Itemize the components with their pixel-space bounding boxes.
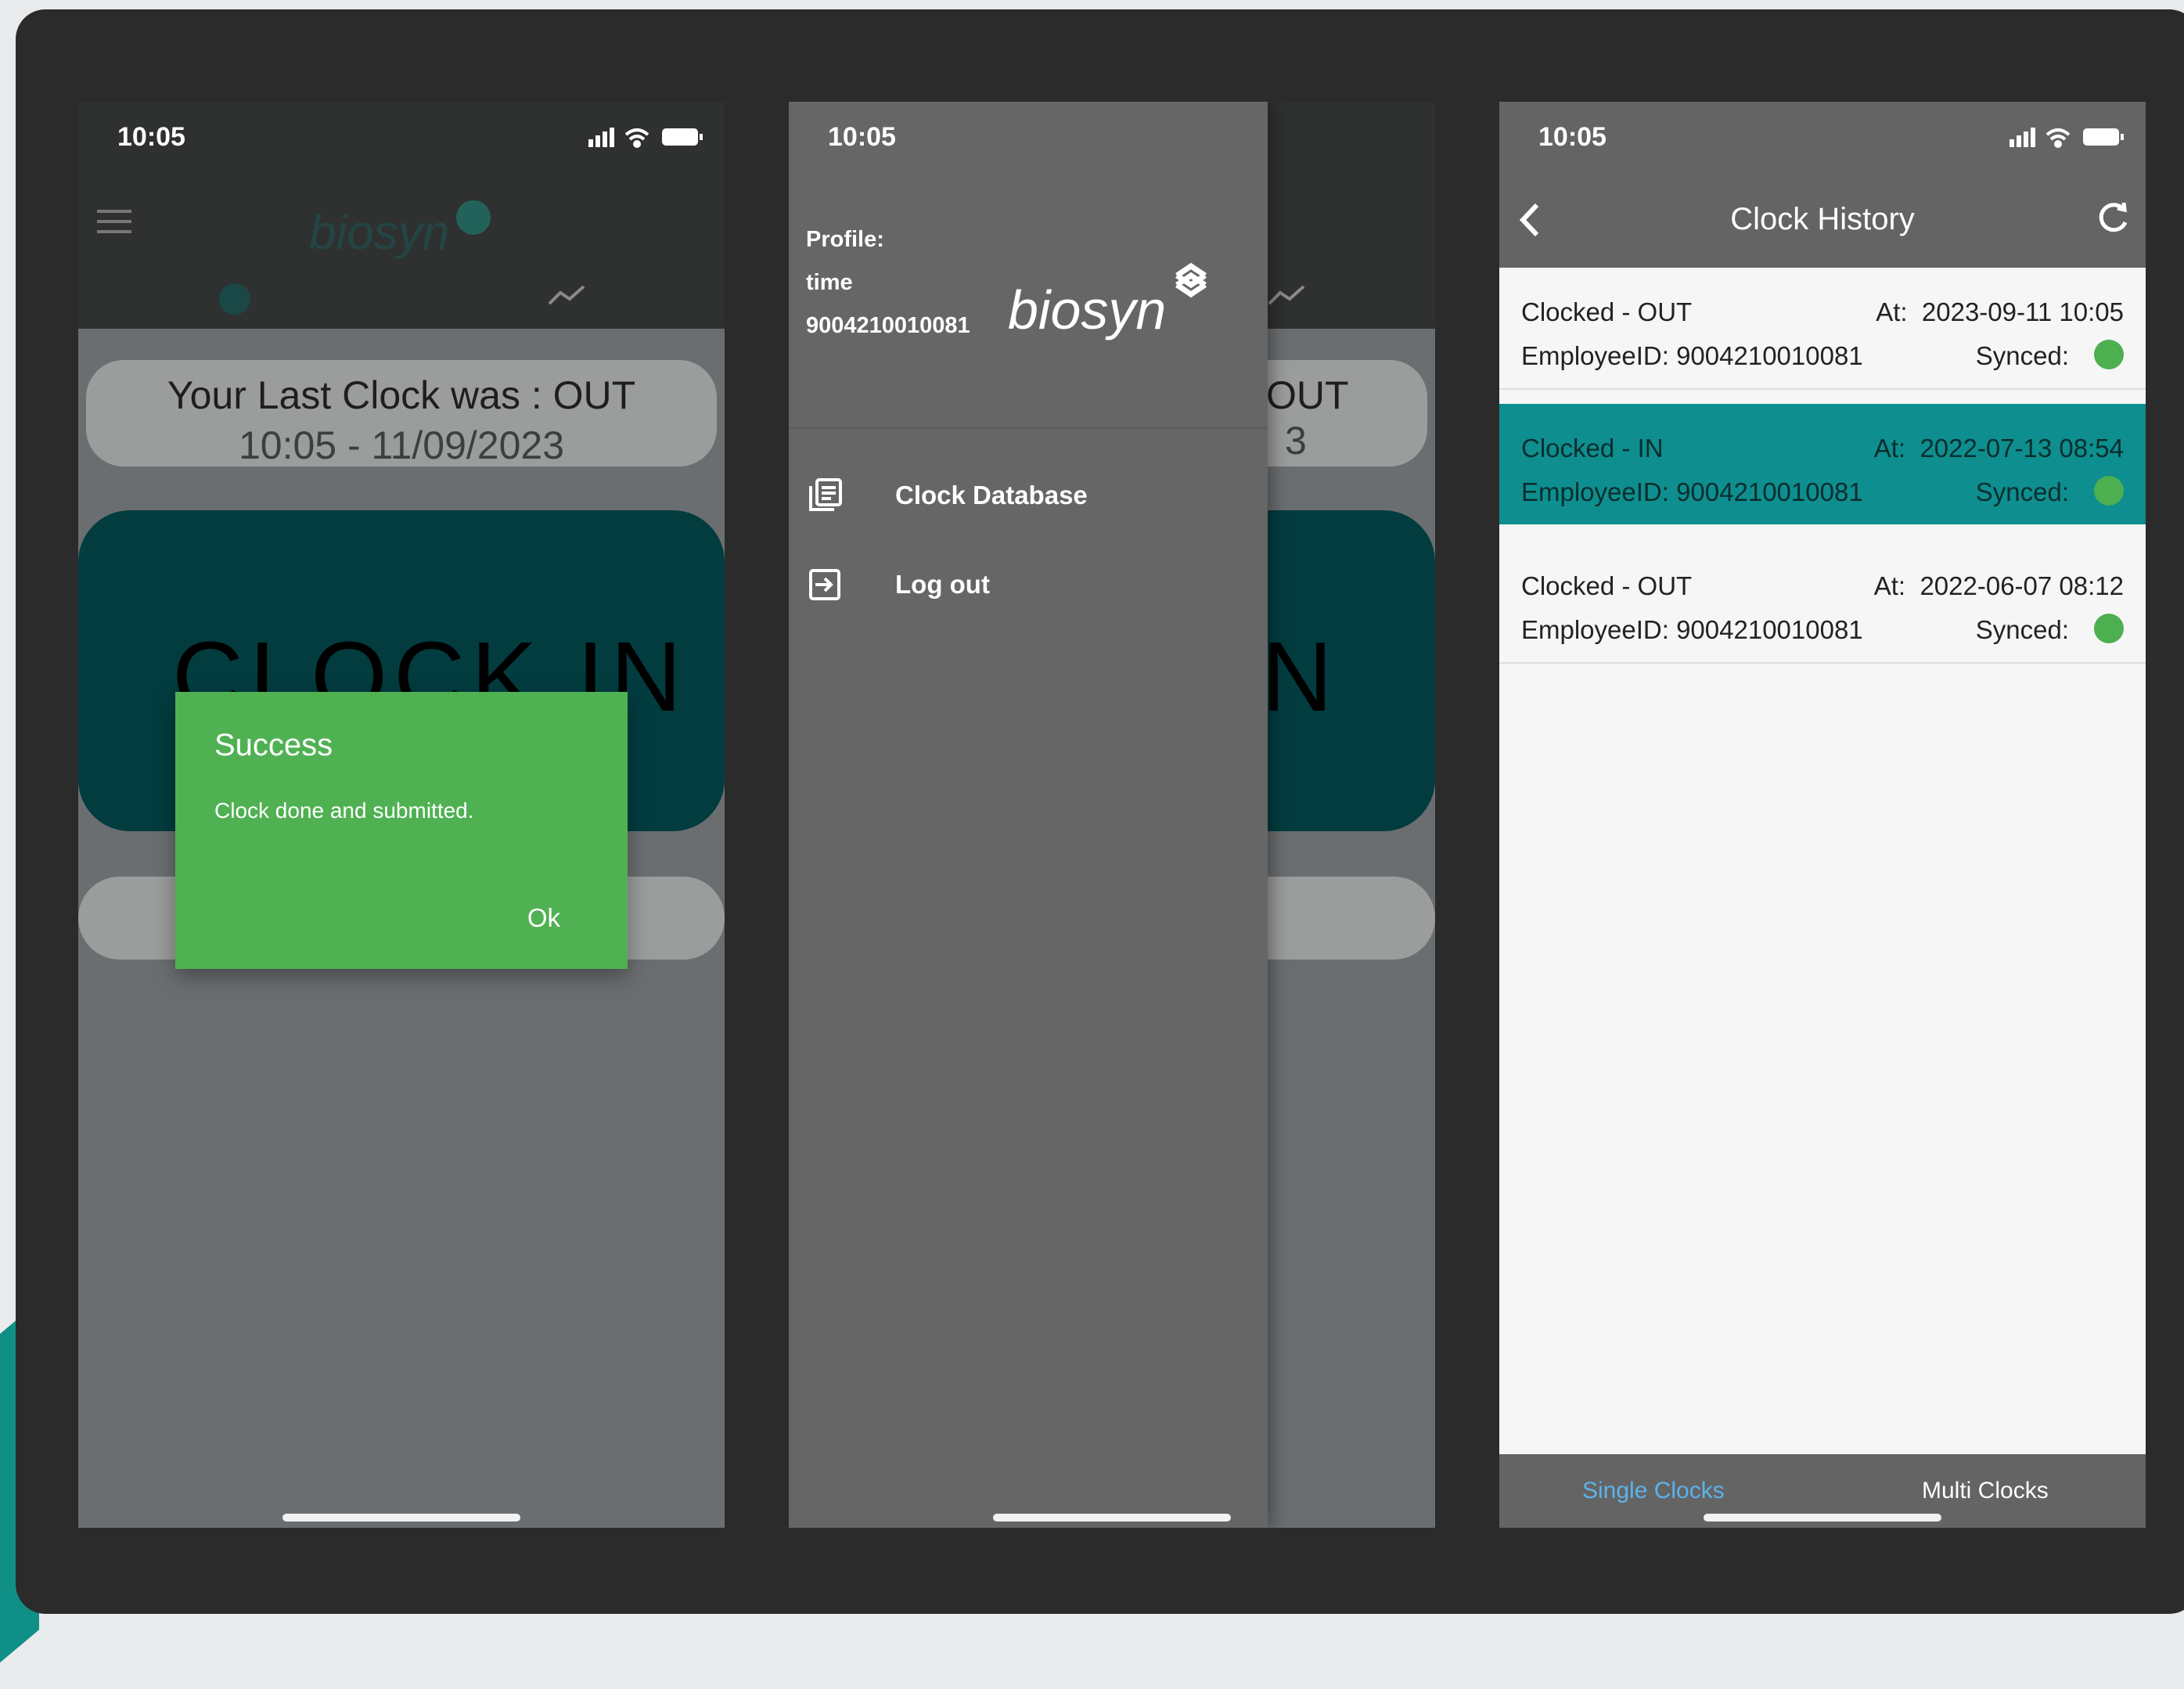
history-row[interactable]: Clocked - OUT At: 2023-09-11 10:05 Emplo… (1499, 268, 2146, 390)
synced-status-icon (2094, 476, 2124, 506)
at-label: At: (1873, 434, 1906, 463)
status-time: 10:05 (117, 122, 185, 152)
profile-label: Profile: (806, 227, 884, 252)
logout-icon (806, 566, 844, 603)
showcase-stage: 10:05 biosyn Your Last Clock was : OUT 1… (16, 9, 2184, 1614)
navigation-drawer: 10:05 Profile: time 9004210010081 biosyn (789, 102, 1268, 1528)
synced-status-icon (2094, 340, 2124, 370)
at-label: At: (1876, 297, 1908, 326)
synced-label: Synced: (1975, 341, 2069, 370)
last-clock-status-behind: OUT (1266, 373, 1349, 417)
battery-icon (2083, 128, 2124, 146)
clock-datetime: 2022-06-07 08:12 (1920, 571, 2124, 600)
synced-label: Synced: (1975, 477, 2069, 506)
profile-id: 9004210010081 (806, 313, 970, 338)
logo-mark-icon (1175, 262, 1207, 298)
dialog-title: Success (214, 728, 333, 762)
phone-clock-history-screen: 10:05 Clock History Clocked - OUT At: 20… (1499, 102, 2146, 1528)
wifi-icon (2045, 128, 2071, 148)
home-indicator (282, 1514, 520, 1522)
drawer-item-label: Log out (895, 570, 990, 599)
drawer-item-label: Clock Database (895, 481, 1088, 510)
signal-icon (2009, 128, 2035, 147)
clock-type: Clocked - OUT (1521, 297, 1693, 326)
tab-single-clocks[interactable]: Single Clocks (1582, 1478, 1725, 1504)
status-time: 10:05 (1538, 122, 1607, 152)
drawer-item-log-out[interactable]: Log out (806, 557, 990, 612)
history-row[interactable]: Clocked - OUT At: 2022-06-07 08:12 Emplo… (1499, 542, 2146, 664)
profile-name: time (806, 270, 853, 295)
home-indicator (1704, 1514, 1941, 1522)
dialog-message: Clock done and submitted. (214, 798, 474, 823)
synced-label: Synced: (1975, 615, 2069, 644)
logo-text: biosyn (1008, 279, 1166, 340)
status-bar: 10:05 (78, 102, 725, 180)
trend-chart-icon[interactable] (548, 283, 587, 311)
wifi-icon (624, 128, 649, 148)
employee-id: EmployeeID: 9004210010081 (1521, 341, 1863, 370)
phone-clock-screen: 10:05 biosyn Your Last Clock was : OUT 1… (78, 102, 725, 1528)
battery-icon (662, 128, 703, 146)
phone-drawer-screen: OUT 3 N 10:05 Profile: time 900421001008… (789, 102, 1435, 1528)
refresh-icon[interactable] (2094, 199, 2133, 242)
clock-datetime: 2023-09-11 10:05 (1921, 297, 2124, 326)
last-clock-datetime: 10:05 - 11/09/2023 (238, 423, 565, 467)
clock-type: Clocked - IN (1521, 434, 1664, 463)
status-icons (588, 125, 706, 153)
employee-id: EmployeeID: 9004210010081 (1521, 477, 1863, 506)
biosyn-logo: biosyn (309, 194, 497, 268)
profile-block: Profile: time 9004210010081 (806, 227, 970, 339)
at-label: At: (1873, 571, 1906, 600)
history-row-selected[interactable]: Clocked - IN At: 2022-07-13 08:54 Employ… (1499, 404, 2146, 524)
hamburger-menu-icon[interactable] (97, 210, 131, 237)
signal-icon (588, 128, 614, 147)
tab-multi-clocks[interactable]: Multi Clocks (1922, 1478, 2049, 1504)
clock-in-label-behind: N (1261, 621, 1333, 732)
synced-status-icon (2094, 614, 2124, 644)
history-header: 10:05 Clock History (1499, 102, 2146, 268)
status-icons (2009, 125, 2127, 153)
last-clock-status: Your Last Clock was : OUT (167, 373, 636, 417)
page-title: Clock History (1730, 202, 1915, 236)
home-indicator (993, 1514, 1231, 1522)
svg-text:biosyn: biosyn (309, 206, 449, 260)
drawer-divider (789, 427, 1268, 429)
dialog-ok-button[interactable]: Ok (527, 903, 560, 933)
drawer-item-clock-database[interactable]: Clock Database (806, 468, 1088, 523)
status-time: 10:05 (828, 122, 896, 152)
success-dialog: Success Clock done and submitted. Ok (175, 692, 628, 969)
status-bar: 10:05 (1499, 102, 2146, 180)
database-icon (806, 477, 844, 514)
status-bar: 10:05 (789, 102, 1268, 180)
employee-id: EmployeeID: 9004210010081 (1521, 615, 1863, 644)
clock-history-list: Clocked - OUT At: 2023-09-11 10:05 Emplo… (1499, 268, 2146, 1454)
last-clock-datetime-behind: 3 (1285, 419, 1307, 463)
biosyn-logo: biosyn (1008, 254, 1219, 351)
last-clock-card: Your Last Clock was : OUT 10:05 - 11/09/… (86, 360, 717, 467)
trend-chart-icon (1268, 283, 1307, 311)
clock-datetime: 2022-07-13 08:54 (1920, 434, 2124, 463)
clock-type: Clocked - OUT (1521, 571, 1693, 600)
clock-tab-icon[interactable] (219, 283, 250, 315)
